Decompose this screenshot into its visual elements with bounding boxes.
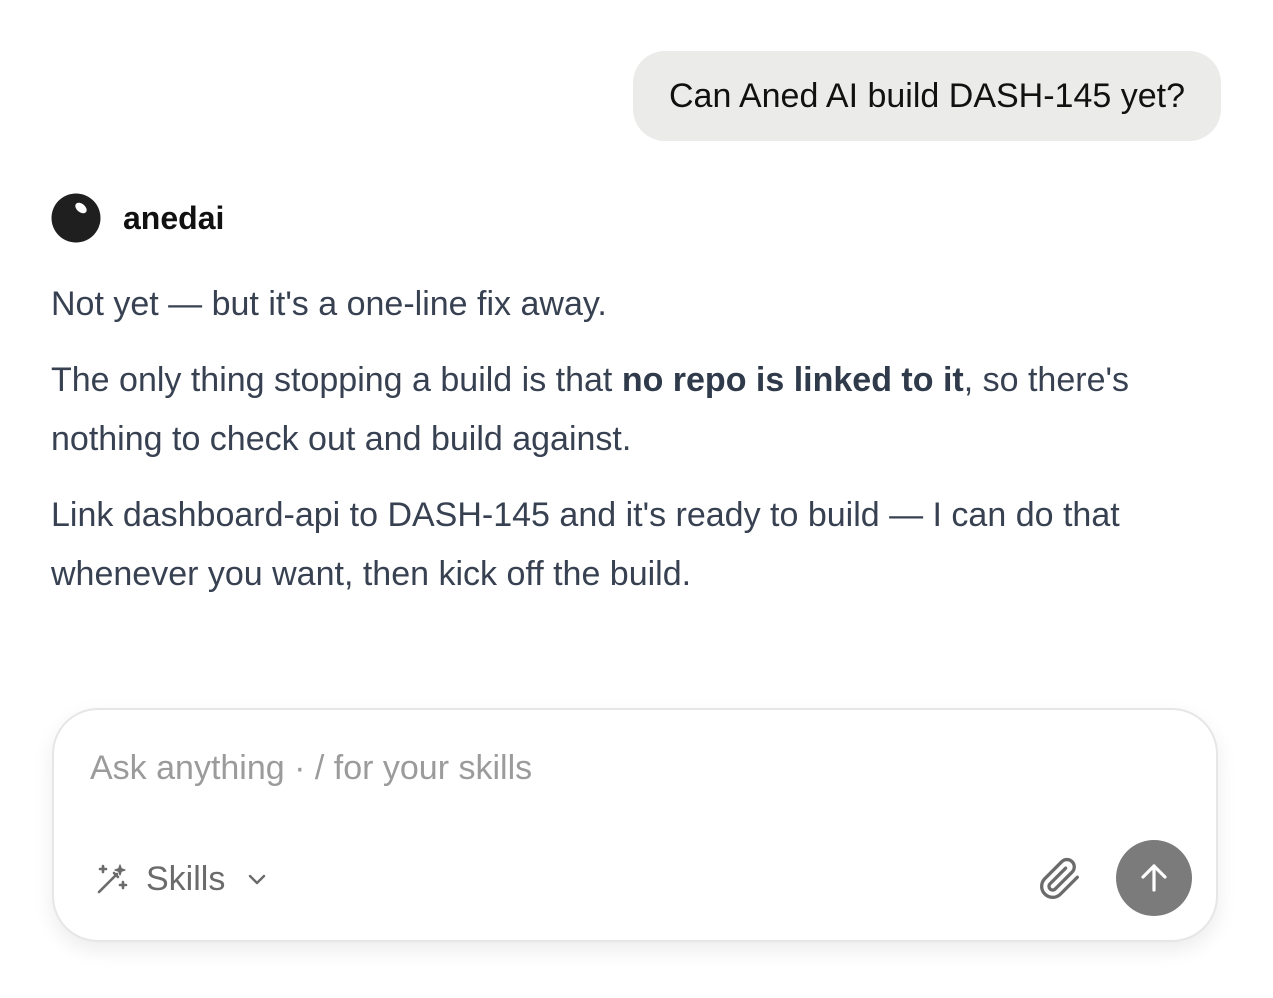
chat-composer: Skills [52,708,1218,942]
chevron-down-icon [249,874,266,885]
anedai-avatar-icon [51,193,101,243]
chat-input[interactable] [90,744,1090,792]
send-button[interactable] [1116,840,1192,916]
message-paragraph: The only thing stopping a build is that … [51,351,1221,469]
paperclip-icon [1040,857,1079,899]
arrow-up-icon [1141,864,1167,892]
assistant-name: anedai [123,199,225,236]
attach-button[interactable] [1036,855,1084,903]
message-paragraph: Not yet — but it's a one-line fix away. [51,285,607,323]
message-bold-text: no repo is linked to it [621,361,964,399]
magic-wand-icon [97,864,128,894]
assistant-message: Not yet — but it's a one-line fix away. … [51,275,1221,604]
user-message-text: Can Aned AI build DASH-145 yet? [669,77,1185,115]
message-text: The only thing stopping a build is that [51,361,622,399]
skills-label: Skills [146,859,226,898]
assistant-header: anedai [51,193,224,243]
skills-dropdown-button[interactable]: Skills [94,856,269,902]
message-paragraph: Link dashboard-api to DASH-145 and it's … [51,496,1120,593]
user-message-bubble: Can Aned AI build DASH-145 yet? [633,51,1221,141]
